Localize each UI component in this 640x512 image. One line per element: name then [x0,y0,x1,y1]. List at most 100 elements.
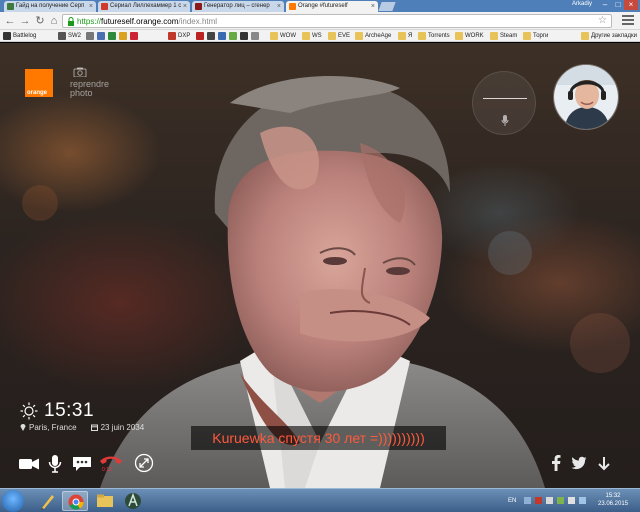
bookmark-folder-torgi[interactable]: Торги [523,31,548,41]
location-text: Paris, France [29,423,77,432]
tab-serp-guide[interactable]: Гайд на получение Серп × [4,1,96,12]
lock-icon [68,17,74,26]
tab-close-icon[interactable]: × [277,1,281,12]
folder-icon [581,32,589,40]
tab-face-generator[interactable]: Генератор лиц – сгенер × [192,1,284,12]
twitter-icon[interactable] [571,451,587,475]
expand-icon[interactable] [134,451,154,475]
folder-icon [355,32,363,40]
window-close-icon[interactable]: × [624,0,638,10]
tab-close-icon[interactable]: × [183,1,187,12]
folder-icon [523,32,531,40]
tab-close-icon[interactable]: × [371,1,375,12]
minimize-icon[interactable]: – [598,0,612,10]
folder-icon [270,32,278,40]
folder-icon [302,32,310,40]
bookmark-icon-strip-2[interactable] [196,31,264,41]
reload-icon[interactable]: ↻ [33,14,47,28]
url-text[interactable]: https://futureself.orange.com/index.html [77,16,217,27]
windows-taskbar: EN 15:32 23.06.2015 [0,488,640,512]
bookmark-label: Battlelog [13,33,37,39]
bookmark-folder-ya[interactable]: Я [398,31,412,41]
tray-app-icon[interactable] [535,497,542,504]
bookmark-icon-strip[interactable] [86,31,148,41]
bookmark-folder-ws[interactable]: WS [302,31,322,41]
aged-face-photo [22,76,630,488]
folder-icon [418,32,426,40]
bookmark-sw2[interactable]: SW2 [58,31,81,41]
folder-icon [490,32,498,40]
tray-network-icon[interactable] [546,497,553,504]
profile-name[interactable]: Arkadiy [572,1,592,7]
tab-orange-futureself[interactable]: Orange #futureself × [286,1,378,12]
tray-app-icon-2[interactable] [557,497,564,504]
bookmark-label: WOW [280,33,296,39]
tray-arrow-icon[interactable] [524,497,531,504]
folder-icon [398,32,406,40]
bookmark-star-icon[interactable]: ☆ [598,15,607,26]
browser-toolbar: ← → ↻ ⌂ https://futureself.orange.com/in… [0,12,640,30]
start-orb-icon[interactable] [2,490,24,512]
tab-close-icon[interactable]: × [89,1,93,12]
url-path: /index.html [178,17,218,26]
bookmark-label: Torrents [428,33,450,39]
explorer-folder-icon[interactable] [92,491,118,511]
tray-flag-icon[interactable] [579,497,586,504]
arrow-down-icon[interactable] [596,451,612,475]
bookmark-label: ArcheAge [365,33,392,39]
new-tab-button[interactable] [378,2,396,11]
orange-logo[interactable]: orange [25,69,53,97]
bookmark-battlelog[interactable]: Battlelog [3,31,36,41]
microphone-icon[interactable] [501,115,509,127]
bookmark-label: EVE [338,33,351,39]
bookmark-label: SW2 [68,33,82,39]
video-camera-icon[interactable] [18,451,40,475]
bookmark-label: WORK [465,33,484,39]
maximize-icon[interactable]: □ [611,0,625,10]
location-date-row: Paris, France 23 juin 2034 [20,423,144,432]
bookmark-icon [58,32,66,40]
archeage-icon[interactable] [120,491,146,511]
facebook-icon[interactable] [550,451,562,475]
paint-icon[interactable] [34,491,60,511]
volume-icon[interactable] [568,497,575,504]
future-date: 23 juin 2034 [100,423,145,432]
tab-label: Orange #futureself [298,3,348,9]
futureself-page: orange reprendre photo 15:31 Paris, Fran… [0,43,640,488]
home-icon[interactable]: ⌂ [47,14,61,28]
bookmark-folder-torrents[interactable]: Torrents [418,31,450,41]
webcam-user-image [554,65,618,129]
tab-label: Гайд на получение Серп [16,3,85,9]
bookmark-folder-steam[interactable]: Steam [490,31,517,41]
back-icon[interactable]: ← [3,14,17,28]
bookmark-folder-wow[interactable]: WOW [270,31,296,41]
bookmark-label: Торги [533,33,549,39]
chat-subtitle: Kuruewka спустя 30 лет =)))))))))) [191,426,446,450]
audio-level-line [483,98,527,99]
retake-photo-link[interactable]: reprendre photo [70,80,120,98]
bookmark-label: Steam [500,33,518,39]
bookmarks-bar: Battlelog SW2 DXP WOW WS EVE ArcheAge Я … [0,30,640,42]
camera-retake-icon[interactable] [73,67,87,77]
chat-icon[interactable] [72,451,92,475]
tab-label: Генератор лиц – сгенер [204,3,270,9]
bookmark-folder-work[interactable]: WORK [455,31,484,41]
folder-icon [455,32,463,40]
tab-favicon [195,3,202,10]
tab-favicon [7,3,14,10]
bookmark-label: WS [312,33,322,39]
chrome-icon[interactable] [62,491,88,511]
location-pin-icon [20,424,26,431]
clock-date: 23.06.2015 [598,501,629,507]
bookmark-folder-archeage[interactable]: ArcheAge [355,31,391,41]
microphone-icon[interactable] [47,451,63,475]
address-bar[interactable]: https://futureself.orange.com/index.html… [62,14,612,28]
forward-icon[interactable]: → [18,14,32,28]
chrome-menu-icon[interactable] [622,15,634,27]
bookmark-folder-other[interactable]: Другие закладки [581,31,637,41]
system-clock[interactable]: 15:32 23.06.2015 [598,492,628,508]
bookmark-folder-eve[interactable]: EVE [328,31,350,41]
bookmark-dxp[interactable]: DXP [168,31,190,41]
language-indicator[interactable]: EN [508,498,516,504]
tab-lilyhammer[interactable]: Сериал Лиллехаммер 1 с × [98,1,190,12]
